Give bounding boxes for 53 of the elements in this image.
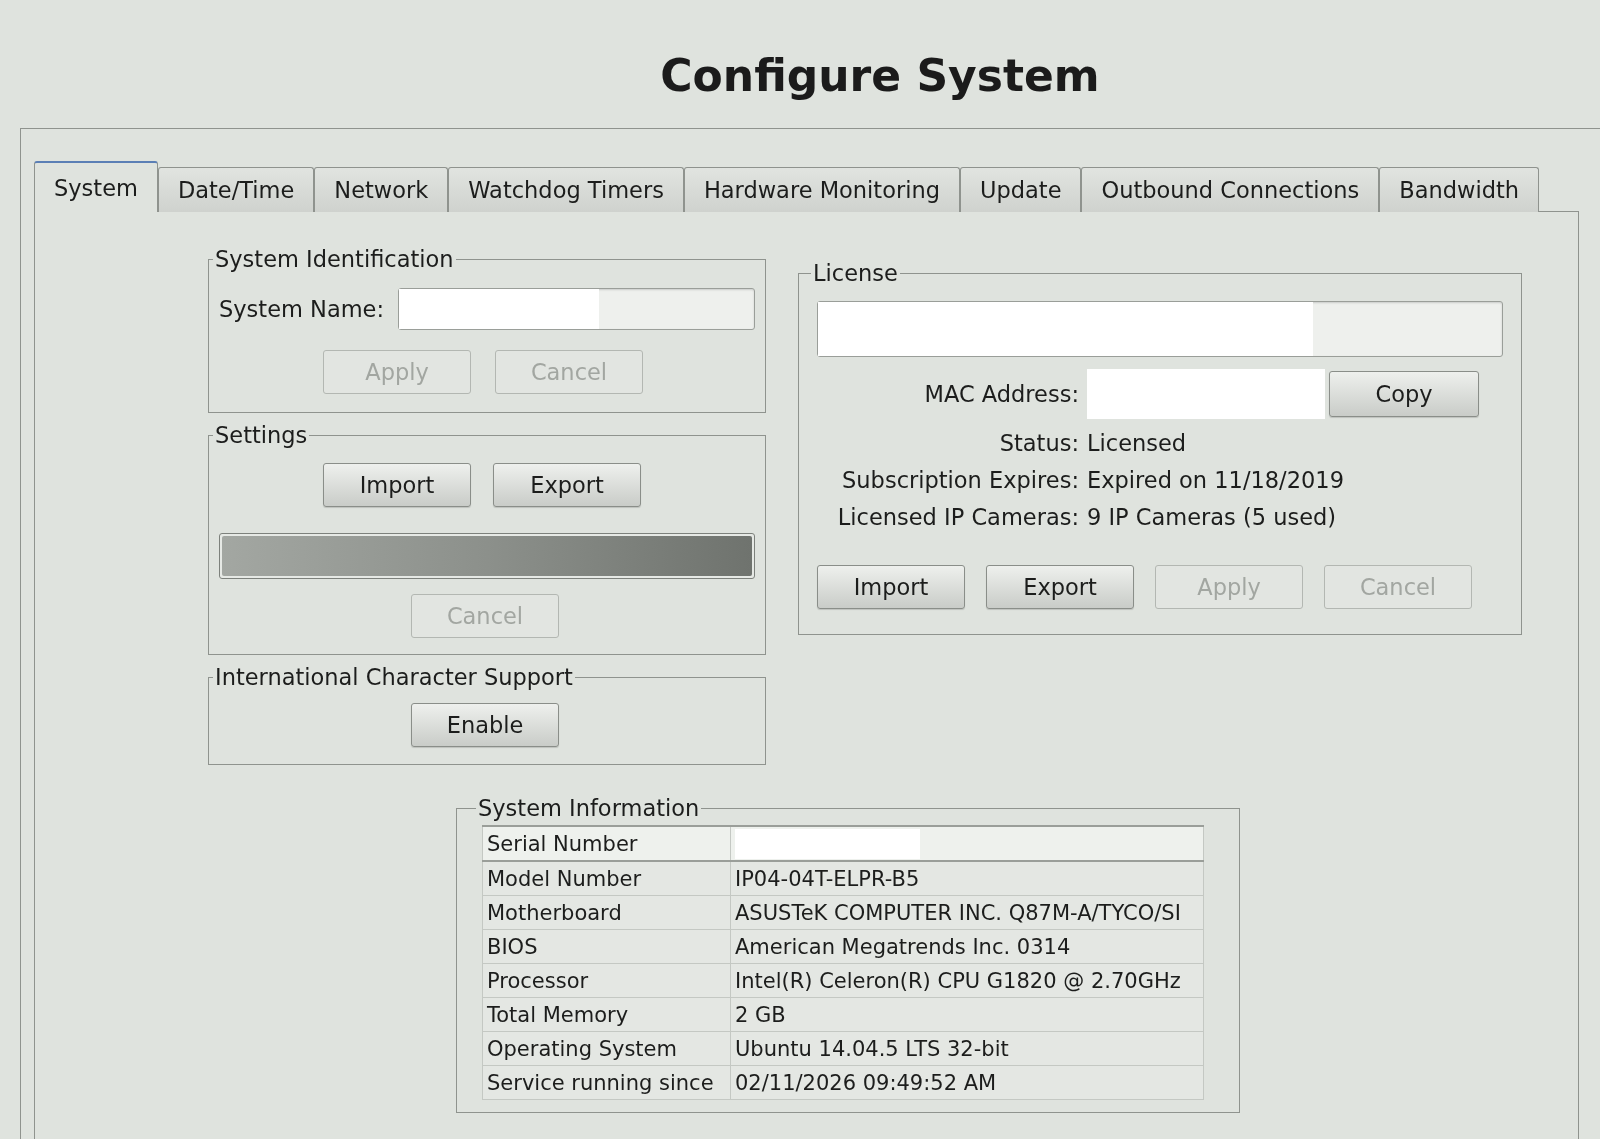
table-cell: Motherboard: [482, 895, 731, 930]
table-cell: Processor: [482, 963, 731, 998]
tab[interactable]: Network: [314, 167, 449, 212]
group-title: System Identification: [214, 246, 455, 272]
field-label: Status:: [998, 430, 1079, 456]
table-cell: Model Number: [482, 861, 731, 896]
tab[interactable]: Outbound Connections: [1081, 167, 1380, 212]
license-key-field[interactable]: [817, 301, 1503, 357]
table-row[interactable]: Processor Intel(R) Celeron(R) CPU G1820 @ 2.70GHz: [482, 963, 1204, 998]
table-cell: Total Memory: [482, 997, 731, 1032]
table-cell: Operating System: [482, 1031, 731, 1066]
tab[interactable]: System: [34, 161, 158, 212]
group-title: International Character Support: [214, 664, 574, 690]
import-button[interactable]: Import: [323, 463, 471, 507]
table-cell: American Megatrends Inc. 0314: [730, 929, 1204, 964]
system-name-field[interactable]: [398, 288, 755, 330]
table-row[interactable]: BIOS American Megatrends Inc. 0314: [482, 929, 1204, 964]
import-button[interactable]: Import: [817, 565, 965, 609]
table-row[interactable]: Total Memory 2 GB: [482, 997, 1204, 1032]
field-label: MAC Address:: [923, 381, 1079, 407]
table-cell: IP04-04T-ELPR-B5: [730, 861, 1204, 896]
group-title: License: [812, 260, 899, 286]
table-cell: ASUSTeK COMPUTER INC. Q87M-A/TYCO/SI: [730, 895, 1204, 930]
table-row[interactable]: Service running since 02/11/2026 09:49:52 AM: [482, 1065, 1204, 1100]
table-cell: Service running since: [482, 1065, 731, 1100]
window-title: Configure System: [660, 49, 1100, 101]
export-button[interactable]: Export: [493, 463, 641, 507]
export-button[interactable]: Export: [986, 565, 1134, 609]
field-value: Licensed: [1087, 430, 1188, 456]
tab[interactable]: Watchdog Timers: [448, 167, 684, 212]
field-value: Expired on 11/18/2019: [1087, 467, 1345, 493]
table-row[interactable]: Serial Number: [482, 826, 1204, 861]
tab[interactable]: Hardware Monitoring: [683, 167, 960, 212]
table-cell: Intel(R) Celeron(R) CPU G1820 @ 2.70GHz: [730, 963, 1204, 998]
group-title: System Information: [477, 795, 701, 821]
tab[interactable]: Bandwidth: [1379, 167, 1540, 212]
tab[interactable]: Date/Time: [157, 167, 315, 212]
table-row[interactable]: Motherboard ASUSTeK COMPUTER INC. Q87M-A/TYCO/SI: [482, 895, 1204, 930]
table-cell: BIOS: [482, 929, 731, 964]
field-value: 9 IP Cameras (5 used): [1087, 504, 1338, 530]
group-title: Settings: [214, 422, 309, 448]
table-row[interactable]: Model Number IP04-04T-ELPR-B5: [482, 861, 1204, 896]
field-label: Licensed IP Cameras:: [836, 504, 1079, 530]
table-cell: Ubuntu 14.04.5 LTS 32-bit: [730, 1031, 1204, 1066]
table-row[interactable]: Operating System Ubuntu 14.04.5 LTS 32-bit: [482, 1031, 1204, 1066]
field-label: System Name:: [219, 296, 384, 322]
table-cell: 02/11/2026 09:49:52 AM: [730, 1065, 1204, 1100]
tab[interactable]: Update: [960, 167, 1082, 212]
field-label: Subscription Expires:: [841, 467, 1079, 493]
table-cell: Serial Number: [482, 826, 731, 861]
table-cell: 2 GB: [730, 997, 1204, 1032]
copy-button[interactable]: Copy: [1329, 371, 1479, 417]
enable-button[interactable]: Enable: [411, 703, 559, 747]
